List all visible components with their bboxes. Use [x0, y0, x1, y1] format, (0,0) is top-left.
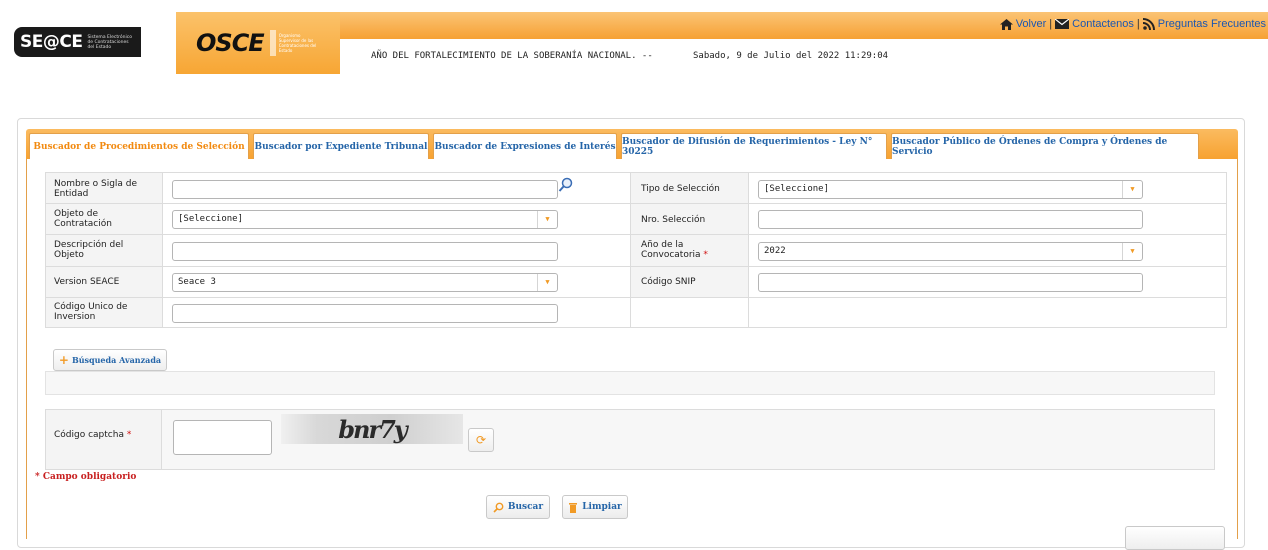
captcha-image: bnr7y	[281, 414, 463, 444]
chevron-down-icon: ▼	[1122, 243, 1142, 260]
search-icon	[493, 502, 504, 513]
objeto-contratacion-select[interactable]: [Seleccione] ▼	[172, 210, 558, 229]
link-separator: |	[1049, 18, 1053, 30]
captcha-label-text: Código captcha	[54, 430, 124, 440]
required-mark: *	[126, 430, 132, 440]
descripcion-objeto-label: Descripción del Objeto	[54, 240, 124, 260]
tab-expresiones-interes[interactable]: Buscador de Expresiones de Interés	[433, 133, 617, 159]
tab-procedimientos-seleccion[interactable]: Buscador de Procedimientos de Selección	[29, 133, 249, 159]
tab-content: Nombre o Sigla de Entidad Tipo de Selecc…	[26, 159, 1238, 550]
captcha-input[interactable]	[173, 420, 272, 455]
osce-logo-text: OSCE	[196, 29, 265, 57]
required-field-note: * Campo obligatorio	[35, 472, 137, 482]
year-motto: AÑO DEL FORTALECIMIENTO DE LA SOBERANÍA …	[371, 51, 653, 61]
rss-icon	[1142, 18, 1155, 30]
osce-logo-subtitle: Organismo Supervisor de las Contratacion…	[278, 33, 317, 53]
seace-logo-text: SE@CE	[20, 32, 83, 52]
volver-link[interactable]: Volver	[1016, 18, 1047, 30]
anio-convocatoria-value: 2022	[764, 246, 786, 256]
seace-logo[interactable]: SE@CE Sistema Electrónico de Contratacio…	[0, 12, 176, 72]
advanced-search-area: + Búsqueda Avanzada	[45, 349, 1215, 395]
row-divider	[46, 203, 1226, 204]
captcha-image-text: bnr7y	[338, 414, 408, 444]
site-header: SE@CE Sistema Electrónico de Contratacio…	[0, 0, 1268, 80]
tabs-bar: Buscador de Procedimientos de Selección …	[26, 129, 1238, 159]
column-divider	[748, 173, 749, 327]
nombre-entidad-label: Nombre o Sigla de Entidad	[54, 179, 138, 199]
buscar-button[interactable]: Buscar	[486, 495, 550, 519]
search-entidad-icon[interactable]	[558, 177, 574, 193]
tipo-seleccion-select[interactable]: [Seleccione] ▼	[758, 180, 1143, 199]
plus-icon: +	[58, 353, 69, 367]
advanced-search-strip	[45, 371, 1215, 395]
tab-ordenes-compra-servicio[interactable]: Buscador Público de Órdenes de Compra y …	[891, 133, 1199, 159]
codigo-inversion-label: Código Unico de Inversion	[54, 302, 128, 322]
search-form: Nombre o Sigla de Entidad Tipo de Selecc…	[45, 172, 1227, 328]
advanced-search-label: Búsqueda Avanzada	[71, 355, 162, 365]
codigo-inversion-input[interactable]	[172, 304, 558, 323]
objeto-contratacion-label: Objeto de Contratación	[54, 209, 112, 229]
header-links: Volver | Contactenos | Preguntas Frecuen…	[999, 18, 1266, 30]
home-icon	[999, 18, 1013, 30]
contactenos-link[interactable]: Contactenos	[1072, 18, 1134, 30]
anio-convocatoria-select[interactable]: 2022 ▼	[758, 242, 1143, 261]
row-divider	[46, 234, 1226, 235]
captcha-section: Código captcha * bnr7y ⟳	[45, 409, 1215, 470]
limpiar-button[interactable]: Limpiar	[562, 495, 628, 519]
tab-difusion-requerimientos[interactable]: Buscador de Difusión de Requerimientos -…	[621, 133, 887, 159]
column-divider	[630, 173, 631, 327]
row-divider	[46, 266, 1226, 267]
column-divider	[162, 173, 163, 327]
codigo-snip-label: Código SNIP	[641, 277, 696, 287]
objeto-contratacion-value: [Seleccione]	[178, 214, 244, 224]
preguntas-frecuentes-link[interactable]: Preguntas Frecuentes	[1158, 18, 1266, 30]
seace-logo-subtitle: Sistema Electrónico de Contrataciones de…	[87, 34, 132, 50]
anio-convocatoria-label-text: Año de la Convocatoria	[641, 240, 701, 260]
advanced-search-button[interactable]: + Búsqueda Avanzada	[53, 349, 167, 371]
captcha-refresh-button[interactable]: ⟳	[468, 428, 494, 452]
nro-seleccion-input[interactable]	[758, 210, 1143, 229]
osce-logo[interactable]: OSCE Organismo Supervisor de las Contrat…	[176, 12, 340, 74]
version-seace-label: Version SEACE	[54, 277, 120, 287]
descripcion-objeto-input[interactable]	[172, 242, 558, 261]
tipo-seleccion-label: Tipo de Selección	[641, 184, 720, 194]
required-mark: *	[703, 250, 708, 260]
tab-expediente-tribunal[interactable]: Buscador por Expediente Tribunal	[253, 133, 429, 159]
version-seace-select[interactable]: Seace 3 ▼	[172, 273, 558, 292]
codigo-snip-input[interactable]	[758, 273, 1143, 292]
captcha-label-cell: Código captcha *	[46, 410, 162, 469]
mail-icon	[1055, 19, 1070, 29]
nro-seleccion-label: Nro. Selección	[641, 215, 706, 225]
chevron-down-icon: ▼	[1122, 181, 1142, 198]
link-separator: |	[1136, 18, 1140, 30]
refresh-icon: ⟳	[475, 433, 487, 447]
trash-icon	[569, 502, 578, 513]
chevron-down-icon: ▼	[537, 211, 557, 228]
search-panel: Buscador de Procedimientos de Selección …	[17, 118, 1245, 550]
limpiar-label: Limpiar	[582, 502, 622, 512]
tipo-seleccion-value: [Seleccione]	[764, 184, 830, 194]
row-divider	[46, 297, 1226, 298]
chevron-down-icon: ▼	[537, 274, 557, 291]
secondary-action-button[interactable]	[1125, 526, 1225, 550]
captcha-label: Código captcha *	[54, 430, 131, 440]
version-seace-value: Seace 3	[178, 277, 216, 287]
buscar-label: Buscar	[507, 502, 544, 512]
osce-logo-divider	[269, 30, 276, 56]
current-datetime: Sabado, 9 de Julio del 2022 11:29:04	[693, 51, 889, 61]
anio-convocatoria-label: Año de la Convocatoria *	[641, 240, 731, 260]
nombre-entidad-input[interactable]	[172, 180, 558, 199]
